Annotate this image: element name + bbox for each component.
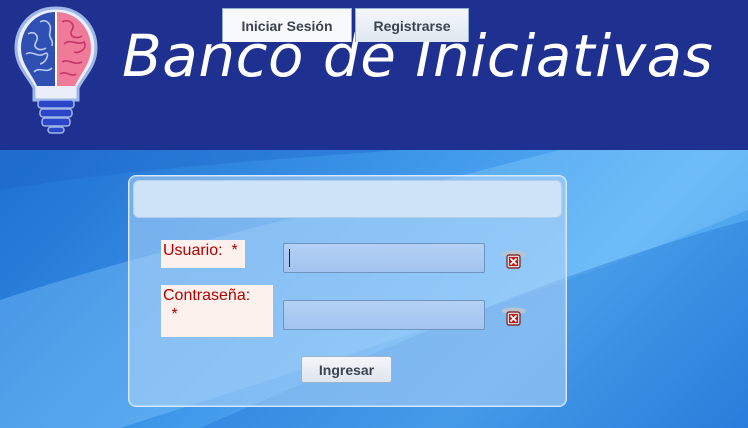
clear-x-icon[interactable] [500, 248, 528, 272]
password-label: Contraseña: * [161, 285, 273, 337]
ingresar-button[interactable]: Ingresar [301, 356, 392, 383]
tab-iniciar-sesion[interactable]: Iniciar Sesión [222, 8, 352, 42]
password-input[interactable] [283, 300, 485, 330]
username-label: Usuario: * [161, 240, 245, 268]
tab-label: Iniciar Sesión [241, 17, 333, 34]
clear-x-icon[interactable] [500, 305, 528, 329]
lightbulb-brain-logo [10, 4, 102, 136]
tab-registrarse[interactable]: Registrarse [355, 8, 469, 42]
text-caret [289, 249, 290, 267]
tab-bar [133, 180, 562, 218]
tab-label: Registrarse [373, 17, 451, 34]
password-required-marker: * [167, 306, 178, 323]
username-input[interactable] [283, 243, 485, 273]
password-label-text: Contraseña: [163, 287, 251, 304]
